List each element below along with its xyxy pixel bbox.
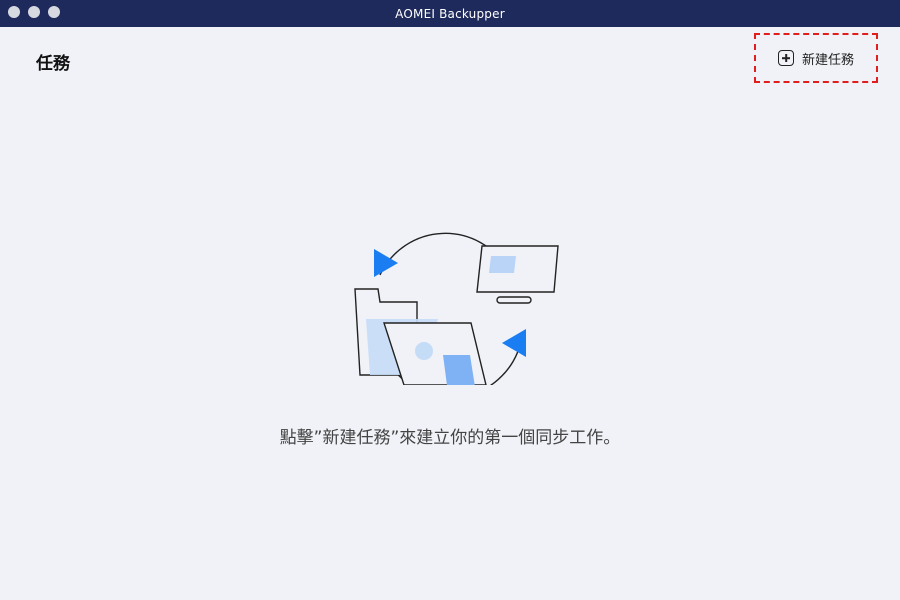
close-window-button[interactable] xyxy=(8,6,20,18)
arrow-right-icon xyxy=(374,249,398,277)
monitor-icon xyxy=(476,245,559,293)
minimize-window-button[interactable] xyxy=(28,6,40,18)
monitor-screen xyxy=(489,256,516,273)
new-task-button[interactable]: 新建任務 xyxy=(754,33,878,83)
plus-icon xyxy=(777,50,794,66)
image-circle xyxy=(415,342,433,360)
window-controls xyxy=(8,6,60,18)
app-window: AOMEI Backupper 任務 新建任務 點擊”新建任務”來建立你的第一個… xyxy=(0,0,900,600)
page-title: 任務 xyxy=(36,54,70,74)
zoom-window-button[interactable] xyxy=(48,6,60,18)
monitor-stand xyxy=(496,296,532,304)
title-bar: AOMEI Backupper xyxy=(0,0,900,27)
main-content: 任務 新建任務 點擊”新建任務”來建立你的第一個同步工作。 xyxy=(0,27,900,600)
empty-state-hint: 點擊”新建任務”來建立你的第一個同步工作。 xyxy=(279,428,621,448)
arrow-left-icon xyxy=(502,329,526,357)
new-task-label: 新建任務 xyxy=(801,52,854,68)
window-title: AOMEI Backupper xyxy=(395,6,505,21)
sync-illustration xyxy=(354,232,559,385)
